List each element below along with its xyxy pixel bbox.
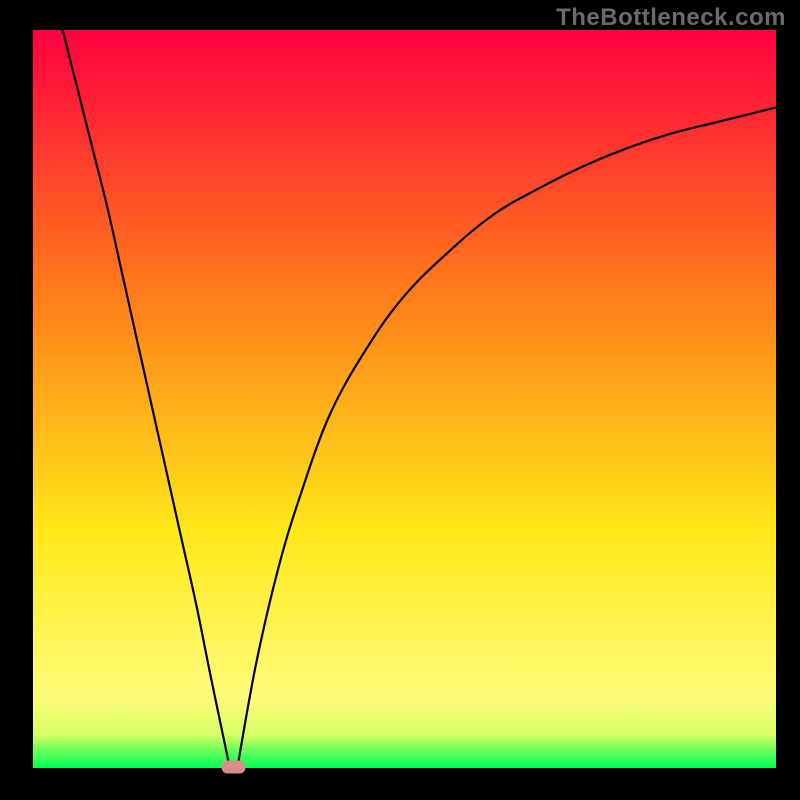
plot-background bbox=[33, 30, 776, 768]
watermark-text: TheBottleneck.com bbox=[556, 4, 786, 32]
bottleneck-chart bbox=[0, 0, 800, 800]
chart-frame: TheBottleneck.com bbox=[0, 0, 800, 800]
minimum-marker bbox=[222, 761, 246, 774]
